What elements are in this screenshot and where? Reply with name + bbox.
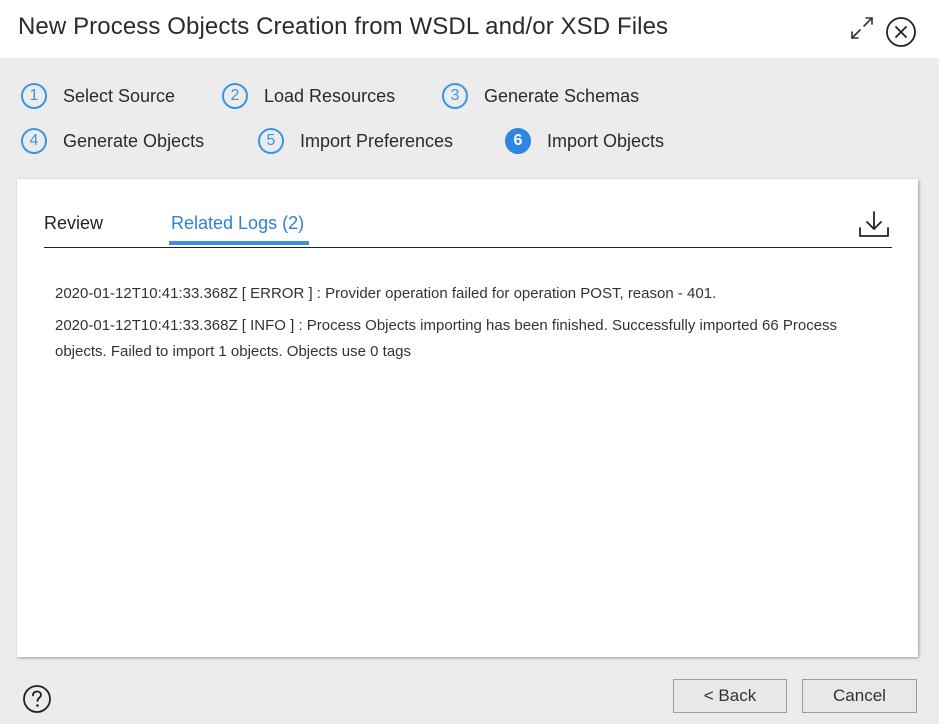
step-generate-schemas[interactable]: 3 Generate Schemas — [442, 81, 639, 111]
step-label: Select Source — [63, 85, 176, 106]
logs-panel: Review Related Logs (2) 2020-01-12T10:41… — [17, 179, 918, 657]
step-label: Load Resources — [264, 85, 396, 106]
step-import-objects[interactable]: 6 Import Objects — [505, 126, 664, 156]
step-number-active: 6 — [505, 128, 531, 154]
step-label: Import Preferences — [300, 130, 454, 151]
step-number: 5 — [258, 128, 284, 154]
back-button[interactable]: < Back — [673, 679, 787, 713]
active-tab-indicator — [169, 241, 309, 245]
step-label: Generate Objects — [63, 130, 205, 151]
tab-bar: Review Related Logs (2) — [44, 201, 892, 248]
step-import-preferences[interactable]: 5 Import Preferences — [258, 126, 453, 156]
log-entry-info: 2020-01-12T10:41:33.368Z [ INFO ] : Proc… — [55, 317, 838, 360]
step-number: 1 — [21, 83, 47, 109]
tab-review[interactable]: Review — [44, 213, 103, 234]
log-list: 2020-01-12T10:41:33.368Z [ ERROR ] : Pro… — [55, 281, 855, 371]
step-select-source[interactable]: 1 Select Source — [21, 81, 175, 111]
step-label: Import Objects — [547, 130, 665, 151]
tab-related-logs[interactable]: Related Logs (2) — [171, 213, 304, 234]
step-number: 4 — [21, 128, 47, 154]
dialog-title: New Process Objects Creation from WSDL a… — [18, 13, 669, 40]
download-icon[interactable] — [857, 209, 891, 239]
step-number: 2 — [222, 83, 248, 109]
close-icon[interactable] — [885, 16, 917, 48]
wizard-steps: 1 Select Source 2 Load Resources 3 Gener… — [0, 58, 939, 178]
step-load-resources[interactable]: 2 Load Resources — [222, 81, 395, 111]
step-number: 3 — [442, 83, 468, 109]
expand-icon[interactable] — [849, 15, 875, 41]
log-entry-error: 2020-01-12T10:41:33.368Z [ ERROR ] : Pro… — [55, 285, 717, 302]
dialog-header: New Process Objects Creation from WSDL a… — [0, 0, 939, 58]
step-label: Generate Schemas — [484, 85, 640, 106]
step-generate-objects[interactable]: 4 Generate Objects — [21, 126, 204, 156]
help-icon[interactable] — [22, 684, 52, 714]
cancel-button[interactable]: Cancel — [802, 679, 917, 713]
